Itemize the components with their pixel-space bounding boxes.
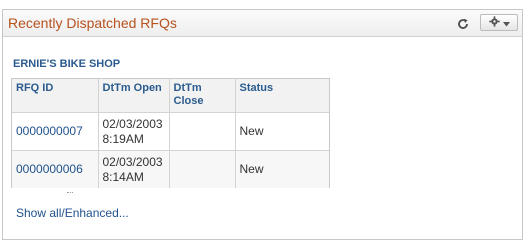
column-header-dttm-close[interactable]: DtTm Close	[169, 79, 236, 113]
show-all-link[interactable]: Show all/Enhanced...	[16, 206, 129, 220]
grid-header-row: RFQ ID DtTm Open DtTm Close Status	[12, 79, 329, 113]
table-row: 0000000007 02/03/2003 8:19AM New	[12, 112, 329, 151]
dttm-open-cell: 02/03/2003 8:14AM	[98, 150, 170, 188]
column-header-rfq-id[interactable]: RFQ ID	[12, 79, 99, 113]
chevron-down-icon	[502, 14, 510, 32]
options-button[interactable]	[480, 14, 518, 31]
rfq-grid: RFQ ID DtTm Open DtTm Close Status 00000…	[11, 78, 330, 188]
table-row: 0000000006 02/03/2003 8:14AM New	[12, 150, 329, 188]
refresh-icon[interactable]	[455, 16, 470, 31]
status-cell: New	[235, 150, 329, 188]
grid-more-indicator	[67, 192, 73, 195]
column-header-dttm-open[interactable]: DtTm Open	[98, 79, 170, 113]
dttm-open-cell: 02/03/2003 8:19AM	[98, 112, 170, 151]
company-name: ERNIE'S BIKE SHOP	[13, 58, 121, 70]
dttm-close-cell	[169, 150, 236, 188]
dttm-close-cell	[169, 112, 236, 151]
pagelet-title: Recently Dispatched RFQs	[8, 15, 177, 31]
pagelet-header: Recently Dispatched RFQs	[3, 10, 522, 37]
pagelet: Recently Dispatched RFQs ERNIE'S BIKE SH…	[2, 9, 523, 240]
status-cell: New	[235, 112, 329, 151]
gear-icon	[488, 14, 500, 32]
column-header-status[interactable]: Status	[235, 79, 329, 113]
rfq-id-link[interactable]: 0000000007	[12, 112, 99, 151]
rfq-id-link[interactable]: 0000000006	[12, 150, 99, 188]
